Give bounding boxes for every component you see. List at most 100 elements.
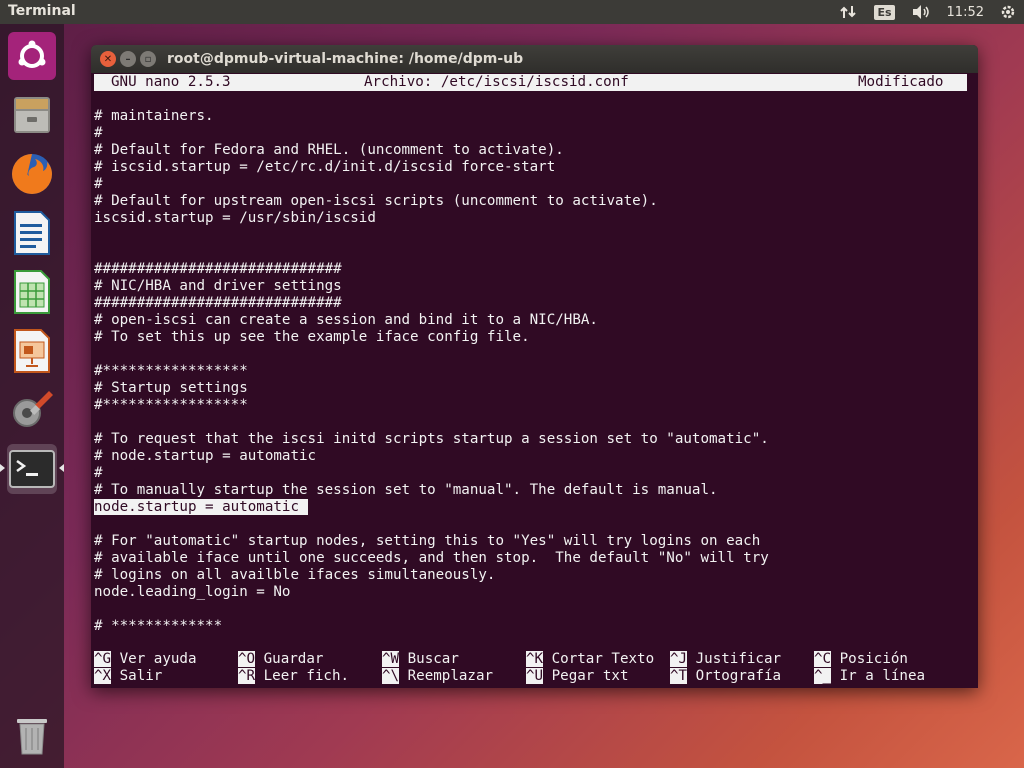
- launcher-firefox[interactable]: [7, 149, 57, 199]
- terminal-window[interactable]: ✕ – ▫ root@dpmub-virtual-machine: /home/…: [91, 45, 978, 688]
- editor-line[interactable]: # available iface until one succeeds, an…: [94, 550, 769, 567]
- shortcut-key: ^C: [814, 651, 832, 667]
- launcher-ubuntu-dash[interactable]: [7, 31, 57, 81]
- top-panel: Terminal Es 11:52: [0, 0, 1024, 24]
- terminal-icon: [9, 450, 55, 488]
- editor-line[interactable]: #: [94, 465, 103, 482]
- window-titlebar[interactable]: ✕ – ▫ root@dpmub-virtual-machine: /home/…: [91, 45, 978, 73]
- shortcut-key: ^T: [670, 668, 688, 684]
- shortcut-cortar-texto[interactable]: ^K Cortar Texto: [526, 651, 654, 668]
- calc-sheet-icon: [14, 270, 50, 314]
- volume-icon[interactable]: [911, 4, 931, 20]
- shortcut-key: ^J: [670, 651, 688, 667]
- power-gear-icon[interactable]: [1000, 4, 1016, 20]
- shortcut-reemplazar[interactable]: ^\ Reemplazar: [382, 668, 493, 685]
- keyboard-layout-indicator[interactable]: Es: [874, 4, 895, 20]
- launcher-libreoffice-writer[interactable]: [7, 208, 57, 258]
- editor-line[interactable]: #############################: [94, 295, 342, 312]
- indicator-area: Es 11:52: [832, 0, 1024, 24]
- trash-icon: [17, 719, 47, 755]
- ubuntu-logo-icon: [8, 32, 56, 80]
- nano-filename: Archivo: /etc/iscsi/iscsid.conf: [364, 74, 629, 90]
- shortcut-buscar[interactable]: ^W Buscar: [382, 651, 459, 668]
- launcher-libreoffice-impress[interactable]: [7, 326, 57, 376]
- shortcut-label: Justificar: [687, 651, 782, 667]
- shortcut-key: ^\: [382, 668, 400, 684]
- editor-line[interactable]: #############################: [94, 261, 342, 278]
- terminal-focused-indicator: [59, 464, 64, 472]
- editor-line[interactable]: # To request that the iscsi initd script…: [94, 431, 769, 448]
- editor-line[interactable]: # Startup settings: [94, 380, 248, 397]
- shortcut-guardar[interactable]: ^O Guardar: [238, 651, 323, 668]
- shortcut-pegar-txt[interactable]: ^U Pegar txt: [526, 668, 629, 685]
- editor-line[interactable]: # To set this up see the example iface c…: [94, 329, 530, 346]
- terminal-running-indicator: [0, 464, 5, 472]
- writer-doc-icon: [14, 211, 50, 255]
- window-title: root@dpmub-virtual-machine: /home/dpm-ub: [167, 51, 524, 67]
- shortcut-label: Guardar: [255, 651, 324, 667]
- maximize-button[interactable]: ▫: [140, 51, 156, 67]
- editor-line[interactable]: # maintainers.: [94, 108, 214, 125]
- shortcut-ver-ayuda[interactable]: ^G Ver ayuda: [94, 651, 197, 668]
- shortcut-key: ^O: [238, 651, 256, 667]
- settings-tools-icon: [13, 391, 53, 427]
- launcher-trash[interactable]: [7, 710, 57, 760]
- launcher-files[interactable]: [7, 90, 57, 140]
- maximize-icon: ▫: [144, 53, 152, 65]
- impress-slide-icon: [14, 329, 50, 373]
- editor-line[interactable]: # node.startup = automatic: [94, 448, 316, 465]
- editor-line[interactable]: #: [94, 176, 103, 193]
- editor-line-selected[interactable]: node.startup = automatic: [94, 499, 308, 516]
- editor-line[interactable]: #*****************: [94, 363, 248, 380]
- shortcut-label: Reemplazar: [399, 668, 494, 684]
- launcher-terminal[interactable]: [7, 444, 57, 494]
- nano-modified-status: Modificado: [858, 74, 944, 90]
- shortcut-key: ^_: [814, 668, 832, 684]
- clock[interactable]: 11:52: [947, 5, 984, 20]
- launcher: [0, 24, 64, 768]
- editor-line[interactable]: # *************: [94, 618, 222, 635]
- shortcut-key: ^W: [382, 651, 400, 667]
- minimize-icon: –: [125, 53, 131, 65]
- editor-line[interactable]: # iscsid.startup = /etc/rc.d/init.d/iscs…: [94, 159, 555, 176]
- close-button[interactable]: ✕: [100, 51, 116, 67]
- shortcut-salir[interactable]: ^X Salir: [94, 668, 162, 685]
- shortcut-leer-fich-[interactable]: ^R Leer fich.: [238, 668, 349, 685]
- shortcut-key: ^U: [526, 668, 544, 684]
- active-app-name: Terminal: [8, 3, 76, 19]
- shortcut-justificar[interactable]: ^J Justificar: [670, 651, 781, 668]
- shortcut-key: ^G: [94, 651, 112, 667]
- shortcut-label: Ver ayuda: [111, 651, 197, 667]
- shortcut-key: ^K: [526, 651, 544, 667]
- shortcut-ir-a-línea[interactable]: ^_ Ir a línea: [814, 668, 925, 685]
- nano-header-bar: GNU nano 2.5.3 Archivo: /etc/iscsi/iscsi…: [94, 74, 967, 91]
- firefox-icon: [12, 154, 52, 194]
- editor-line[interactable]: # open-iscsi can create a session and bi…: [94, 312, 598, 329]
- editor-line[interactable]: # To manually startup the session set to…: [94, 482, 718, 499]
- editor-line[interactable]: #*****************: [94, 397, 248, 414]
- editor-line[interactable]: # Default for upstream open-iscsi script…: [94, 193, 658, 210]
- shortcut-ortografía[interactable]: ^T Ortografía: [670, 668, 781, 685]
- shortcut-label: Salir: [111, 668, 163, 684]
- shortcut-label: Ortografía: [687, 668, 782, 684]
- launcher-system-settings[interactable]: [7, 385, 57, 435]
- shortcut-label: Pegar txt: [543, 668, 629, 684]
- file-cabinet-icon: [14, 97, 50, 133]
- launcher-libreoffice-calc[interactable]: [7, 267, 57, 317]
- editor-line[interactable]: node.leading_login = No: [94, 584, 290, 601]
- keyboard-layout-label: Es: [874, 4, 895, 20]
- shortcut-posición[interactable]: ^C Posición: [814, 651, 908, 668]
- terminal-content[interactable]: GNU nano 2.5.3 Archivo: /etc/iscsi/iscsi…: [94, 74, 974, 688]
- editor-line[interactable]: # NIC/HBA and driver settings: [94, 278, 342, 295]
- editor-line[interactable]: # For "automatic" startup nodes, setting…: [94, 533, 760, 550]
- shortcut-label: Ir a línea: [831, 668, 926, 684]
- nano-version: GNU nano 2.5.3: [111, 74, 231, 90]
- network-icon[interactable]: [840, 4, 858, 20]
- shortcut-key: ^X: [94, 668, 112, 684]
- minimize-button[interactable]: –: [120, 51, 136, 67]
- shortcut-label: Cortar Texto: [543, 651, 655, 667]
- editor-line[interactable]: #: [94, 125, 103, 142]
- editor-line[interactable]: iscsid.startup = /usr/sbin/iscsid: [94, 210, 376, 227]
- editor-line[interactable]: # logins on all availble ifaces simultan…: [94, 567, 495, 584]
- editor-line[interactable]: # Default for Fedora and RHEL. (uncommen…: [94, 142, 564, 159]
